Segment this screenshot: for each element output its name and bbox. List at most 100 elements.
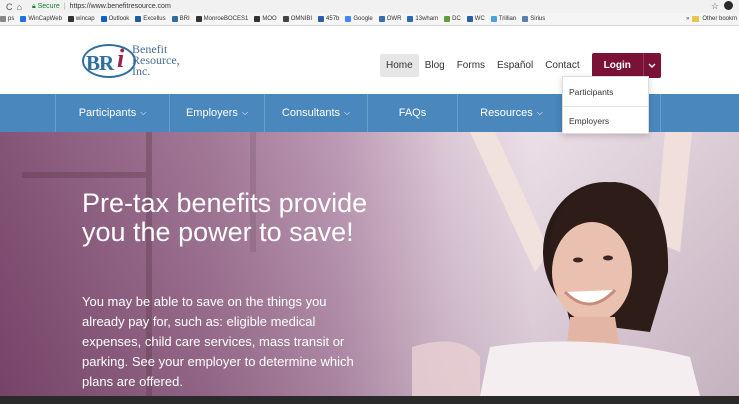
chevron-down-icon xyxy=(648,63,656,68)
bookmark-item[interactable]: 457b xyxy=(318,16,339,22)
login-menu-participants[interactable]: Participants xyxy=(563,77,648,106)
bookmark-item[interactable]: Trillian xyxy=(490,16,517,22)
bookmark-icon xyxy=(171,16,178,22)
bookmark-icon xyxy=(522,16,529,22)
main-nav-resources[interactable]: Resources ⌵ xyxy=(458,94,566,132)
bookmark-item[interactable]: 13wham xyxy=(407,16,438,22)
bookmark-item[interactable]: OMNIBI xyxy=(282,16,313,22)
bookmark-icon xyxy=(407,16,414,22)
main-nav-label: FAQs xyxy=(398,107,427,119)
bookmark-icon xyxy=(67,16,74,22)
main-nav-faqs[interactable]: FAQs xyxy=(368,94,458,132)
nav-home[interactable]: Home xyxy=(380,54,419,77)
bookmark-item[interactable]: DC xyxy=(444,16,461,22)
bookmark-label: BRI xyxy=(179,16,190,22)
hero-banner: Pre-tax benefits provide you the power t… xyxy=(0,132,739,396)
bookmark-icon xyxy=(195,16,202,22)
nav-blog[interactable]: Blog xyxy=(419,54,451,77)
bookmark-label: OMNIBI xyxy=(290,16,313,22)
bookmark-icon xyxy=(466,16,473,22)
bookmark-label: Sirius xyxy=(530,16,546,22)
bookmark-label: MonroeBOCES1 xyxy=(203,16,249,22)
bookmark-item[interactable]: wincap xyxy=(67,16,95,22)
bookmark-label: 457b xyxy=(326,16,340,22)
main-nav-participants[interactable]: Participants ⌵ xyxy=(55,94,170,132)
url-separator: | xyxy=(63,3,66,10)
nav-forms[interactable]: Forms xyxy=(451,54,491,77)
chevron-down-icon: ⌵ xyxy=(140,108,147,117)
top-nav: Home Blog Forms Español Contact Login xyxy=(380,53,661,78)
bookmark-item[interactable]: ps xyxy=(0,16,14,22)
home-icon[interactable]: ⌂ xyxy=(17,2,22,12)
bookmark-icon xyxy=(0,16,6,22)
bookmark-icon xyxy=(345,16,352,22)
bookmark-item[interactable]: BRI xyxy=(171,16,190,22)
bookmark-label: WinCapWeb xyxy=(28,16,62,22)
bookmark-icon xyxy=(135,16,142,22)
main-nav-label: Participants xyxy=(78,107,137,119)
login-button[interactable]: Login xyxy=(591,53,643,78)
bookmarks-more[interactable]: » xyxy=(686,16,689,22)
chevron-down-icon: ⌵ xyxy=(344,108,351,117)
extension-icon[interactable] xyxy=(724,1,733,10)
url-field[interactable]: https://www.benefitresource.com xyxy=(70,3,171,10)
bookmark-icon xyxy=(100,16,107,22)
bookmark-item[interactable]: MOO xyxy=(254,16,277,22)
bookmark-label: Trillian xyxy=(498,16,517,22)
bookmark-item[interactable]: OWR xyxy=(378,16,402,22)
login-dropdown-toggle[interactable] xyxy=(642,53,661,78)
hero-body: You may be able to save on the things yo… xyxy=(82,294,354,389)
bookmark-item[interactable]: Excellus xyxy=(135,16,166,22)
bottom-edge xyxy=(0,396,739,404)
bookmark-item[interactable]: MonroeBOCES1 xyxy=(195,16,249,22)
bri-logo[interactable]: BR i Benefit Resource, Inc. xyxy=(80,38,180,82)
main-nav-label: Employers xyxy=(185,107,238,119)
bookmark-item[interactable]: Sirius xyxy=(522,16,545,22)
nav-contact[interactable]: Contact xyxy=(539,54,585,77)
bookmark-label: MOO xyxy=(262,16,277,22)
bookmark-icon xyxy=(490,16,497,22)
bookmarks-bar: ps WinCapWeb wincap Outlook Excellus BRI Monro… xyxy=(0,13,739,26)
folder-icon xyxy=(692,16,700,22)
hero-photo xyxy=(412,132,700,396)
bookmark-item[interactable]: Google xyxy=(345,16,373,22)
login-group: Login xyxy=(591,53,661,78)
bookmark-item[interactable]: WC xyxy=(466,16,485,22)
other-bookmarks[interactable]: Other bookm xyxy=(702,16,737,22)
bookmark-item[interactable]: WinCapWeb xyxy=(20,16,62,22)
chevron-down-icon: ⌵ xyxy=(536,108,543,117)
login-menu-employers[interactable]: Employers xyxy=(563,106,648,135)
chevron-down-icon: ⌵ xyxy=(241,108,249,117)
back-icon[interactable]: C xyxy=(6,2,13,12)
secure-label: Secure xyxy=(37,2,60,10)
bookmark-icon xyxy=(444,16,451,22)
bookmark-item[interactable]: Outlook xyxy=(100,16,130,22)
bookmark-label: WC xyxy=(474,16,485,22)
logo-text: Benefit Resource, Inc. xyxy=(132,43,180,78)
bookmark-label: 13wham xyxy=(415,16,439,22)
bookmark-icon xyxy=(318,16,325,22)
main-nav-employers[interactable]: Employers ⌵ xyxy=(170,94,265,132)
login-dropdown-menu: Participants Employers xyxy=(562,76,649,134)
star-icon[interactable]: ☆ xyxy=(711,1,719,12)
main-nav-label: Resources xyxy=(480,107,533,119)
bookmark-icon xyxy=(20,16,27,22)
logo-mark: BR i xyxy=(80,38,138,82)
bookmark-label: wincap xyxy=(75,16,95,22)
bookmark-label: ps xyxy=(8,16,15,22)
bookmark-icon xyxy=(378,16,385,22)
lock-icon: 🔒︎ Secure xyxy=(31,2,60,10)
bookmark-label: Outlook xyxy=(108,16,130,22)
main-nav-consultants[interactable]: Consultants ⌵ xyxy=(265,94,368,132)
main-nav-label: Consultants xyxy=(281,107,340,119)
bookmark-icon xyxy=(282,16,289,22)
bookmark-label: OWR xyxy=(386,16,402,22)
bookmark-label: Google xyxy=(353,16,373,22)
bookmark-icon xyxy=(254,16,261,22)
bookmark-label: Excellus xyxy=(143,16,166,22)
bookmark-label: DC xyxy=(452,16,461,22)
browser-address-bar: C ⌂ 🔒︎ Secure | https://www.benefitresou… xyxy=(0,0,739,13)
logo-line-3: Inc. xyxy=(132,63,151,78)
hero-title: Pre-tax benefits provide you the power t… xyxy=(82,188,368,247)
nav-espanol[interactable]: Español xyxy=(491,54,539,77)
